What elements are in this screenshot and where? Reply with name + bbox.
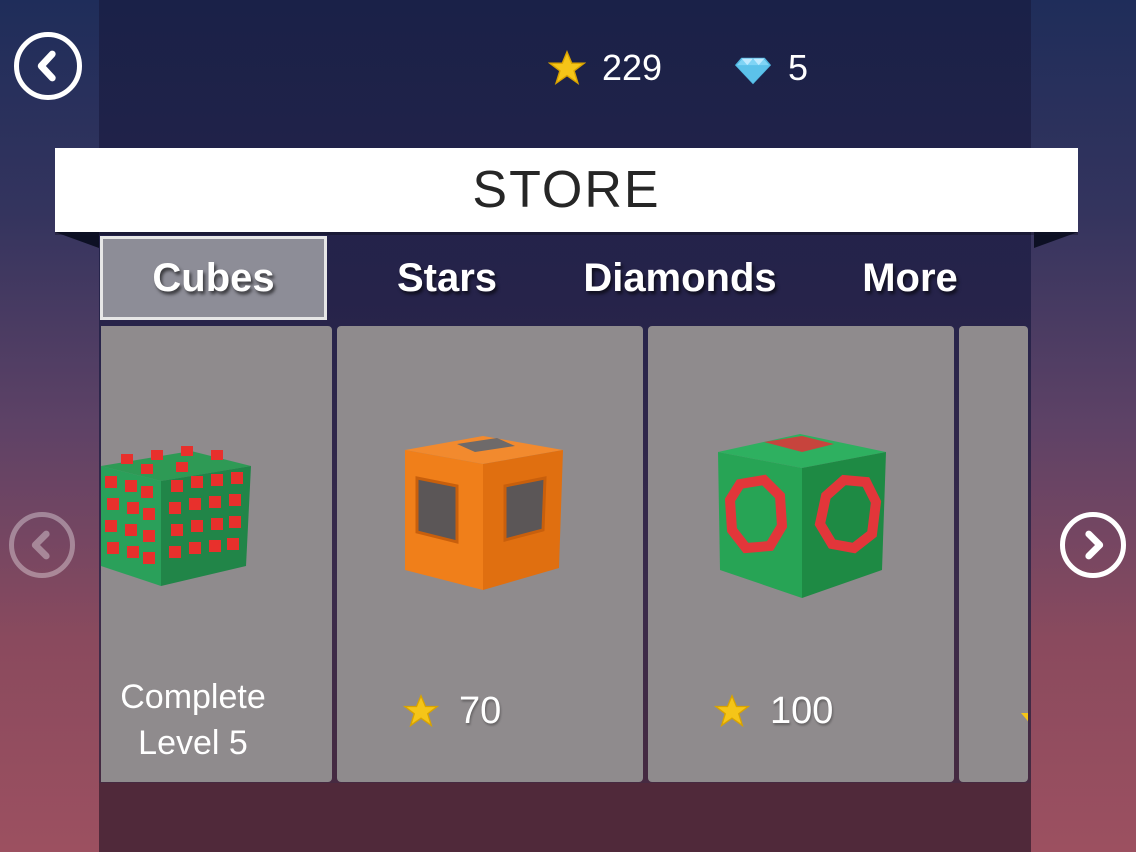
unlock-requirement: Complete Level 5 <box>120 678 266 762</box>
previous-item-button[interactable] <box>9 512 75 578</box>
chevron-left-icon <box>31 530 50 560</box>
banner-fold-right <box>1034 232 1078 248</box>
store-item-card[interactable]: Complete Level 5 <box>101 326 332 782</box>
chevron-right-icon <box>1085 530 1104 560</box>
bottom-bar <box>99 783 1031 852</box>
star-icon <box>403 693 439 728</box>
stars-counter: 229 <box>548 44 662 92</box>
item-carousel: Complete Level 5 70 100 <box>101 326 1028 782</box>
star-icon <box>714 693 750 728</box>
store-banner: STORE <box>55 148 1078 232</box>
diamonds-counter: 5 <box>734 44 808 92</box>
orange-window-cube-image <box>405 436 563 590</box>
item-price: 100 <box>714 686 833 736</box>
item-price: 70 <box>403 686 501 736</box>
store-item-card[interactable]: 70 <box>337 326 643 782</box>
tab-more[interactable]: More <box>840 236 980 320</box>
star-icon <box>548 49 586 85</box>
price-value: 70 <box>459 689 502 732</box>
diamond-icon <box>734 57 772 85</box>
page-title: STORE <box>472 161 661 219</box>
tab-cubes[interactable]: Cubes <box>100 236 327 320</box>
star-icon <box>1021 713 1028 722</box>
store-item-card[interactable] <box>959 326 1028 782</box>
banner-fold-left <box>55 232 99 248</box>
next-item-button[interactable] <box>1060 512 1126 578</box>
chevron-left-icon <box>37 50 56 82</box>
back-button[interactable] <box>14 32 82 100</box>
green-octagon-cube-image <box>718 434 886 598</box>
price-value: 100 <box>770 689 834 732</box>
store-item-card[interactable]: 100 <box>648 326 954 782</box>
tab-stars[interactable]: Stars <box>380 236 514 320</box>
diamonds-count: 5 <box>788 47 809 88</box>
tab-diamonds[interactable]: Diamonds <box>560 236 800 320</box>
category-tabs: Cubes Stars Diamonds More <box>100 236 1030 320</box>
red-green-spiky-cube-image <box>101 446 251 586</box>
stars-count: 229 <box>602 47 663 88</box>
